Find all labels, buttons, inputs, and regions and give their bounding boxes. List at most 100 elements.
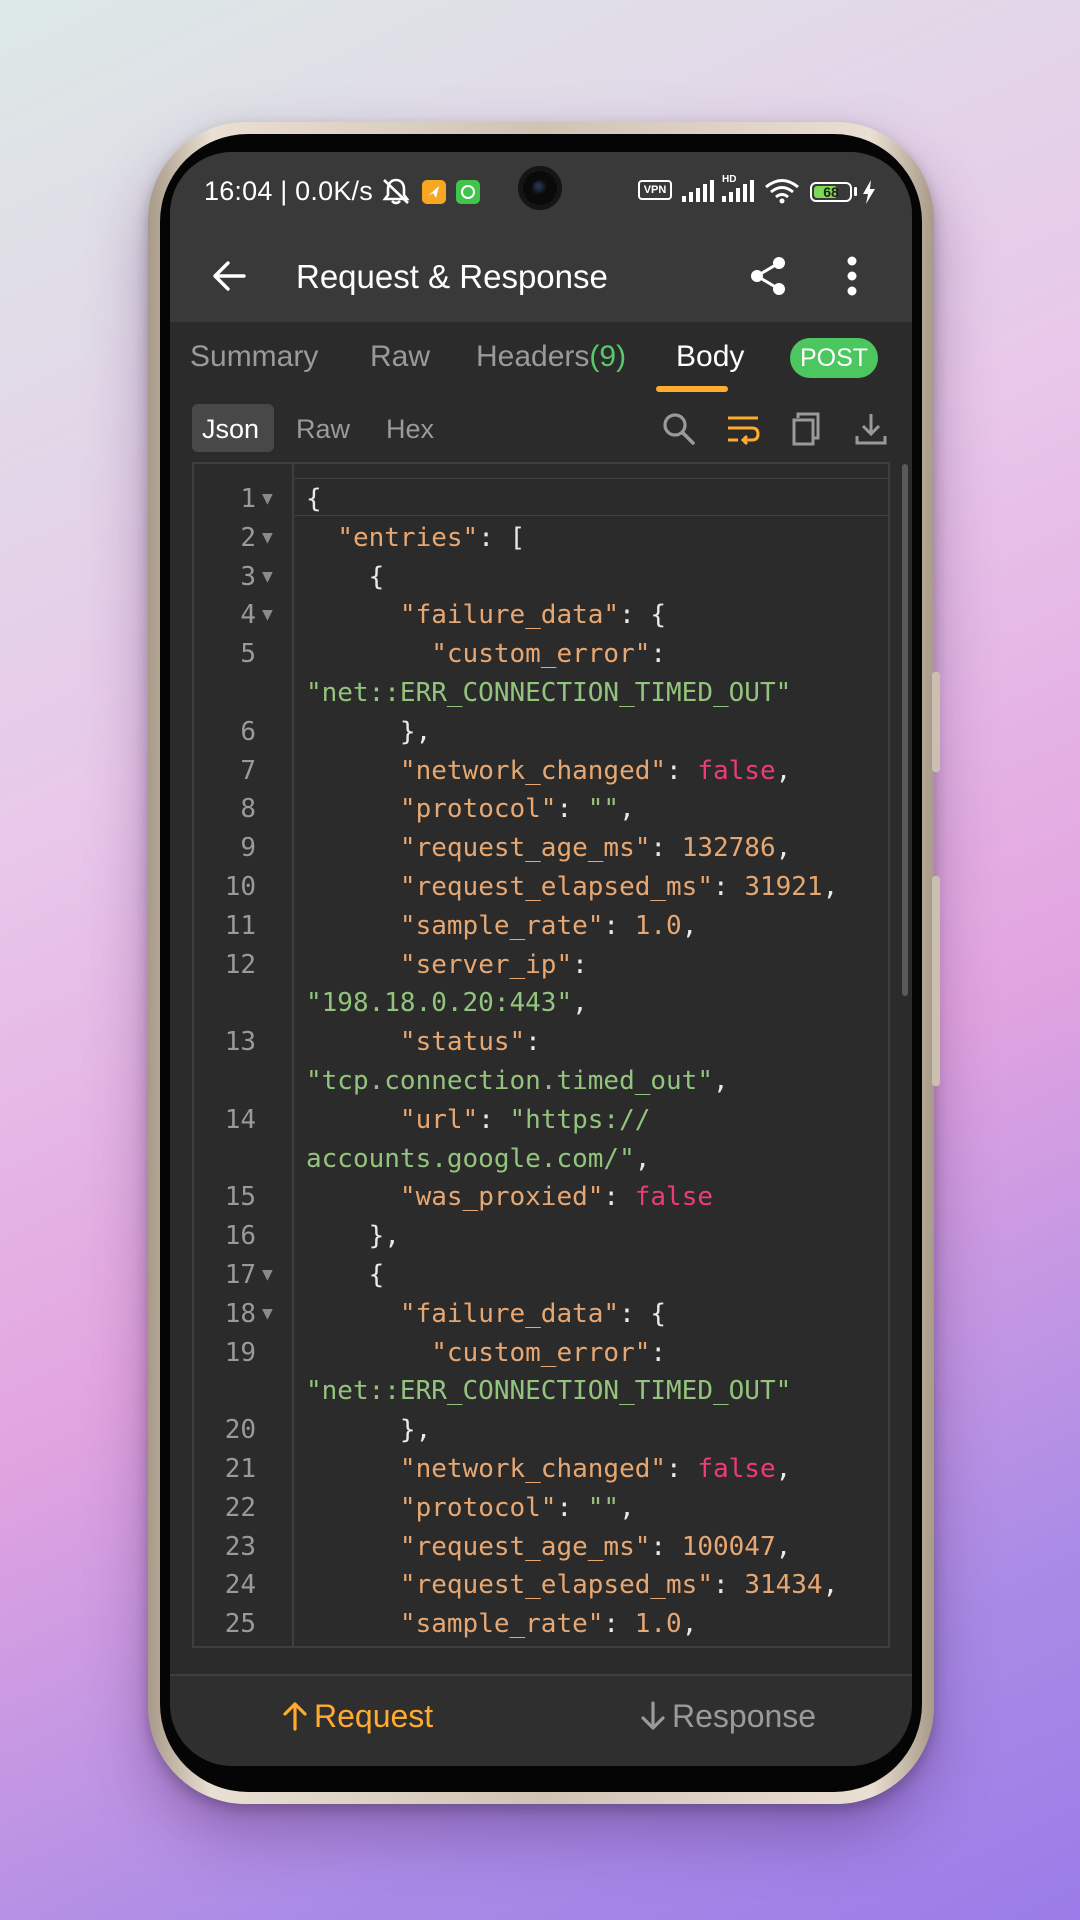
line-number: 11 [224, 910, 256, 941]
line-number: 25 [224, 1609, 256, 1640]
code-token: : [650, 1531, 682, 1562]
code-token: : [525, 1027, 541, 1058]
code-token: "failure_data" [399, 1298, 620, 1329]
tab-summary[interactable]: Summary [190, 340, 318, 374]
tab-raw[interactable]: Raw [370, 340, 430, 374]
code-token: "server_ip" [399, 949, 573, 980]
app-bar: Request & Response [170, 230, 912, 322]
line-number: 17 [224, 1259, 256, 1290]
code-token: : { [619, 1298, 667, 1329]
code-line: 21 "network_changed": false, [194, 1450, 888, 1489]
green-app-icon [456, 180, 480, 204]
request-button[interactable]: Request [282, 1698, 433, 1735]
code-content: "request_age_ms": 100047, [306, 1528, 791, 1567]
response-button[interactable]: Response [640, 1698, 816, 1735]
signal-icon [682, 180, 714, 202]
line-number: 12 [224, 949, 256, 980]
fold-arrow-icon[interactable]: ▼ [262, 558, 273, 597]
code-token: "request_elapsed_ms" [399, 1570, 713, 1601]
code-content: "failure_data": { [306, 596, 666, 635]
code-token: }, [306, 716, 432, 747]
phone-screen: 16:04 | 0.0K/s VPN HD 68 Request & Respo… [170, 152, 912, 1766]
vpn-icon: VPN [638, 180, 672, 200]
code-line: 12 "server_ip": [194, 946, 888, 985]
code-content: "custom_error": [306, 1334, 666, 1373]
code-token: "network_changed" [399, 755, 667, 786]
code-content: }, [306, 1217, 400, 1256]
format-raw[interactable]: Raw [296, 414, 350, 445]
code-token: , [822, 1570, 839, 1601]
code-token: 100047 [681, 1531, 776, 1562]
battery-level: 68 [823, 184, 839, 200]
code-line: 8 "protocol": "", [194, 790, 888, 829]
code-token: , [619, 794, 635, 825]
code-token: : [556, 794, 588, 825]
code-token: , [572, 988, 588, 1019]
code-token: "url" [399, 1104, 479, 1135]
code-line: 20 }, [194, 1411, 888, 1450]
code-content: "entries": [ [306, 519, 525, 558]
search-icon[interactable] [662, 412, 696, 446]
code-line: 15 "was_proxied": false [194, 1178, 888, 1217]
code-token: : { [619, 600, 667, 631]
code-line: 9 "request_age_ms": 132786, [194, 829, 888, 868]
code-token: "custom_error" [431, 639, 651, 670]
line-number: 14 [224, 1104, 256, 1135]
code-token: , [681, 1609, 698, 1640]
code-token: "was_proxied" [399, 1182, 604, 1213]
battery-icon: 68 [810, 182, 852, 202]
fold-arrow-icon[interactable]: ▼ [262, 480, 273, 519]
tab-body[interactable]: Body [676, 340, 744, 374]
notifications-muted-icon [382, 178, 410, 205]
code-line: "tcp.connection.timed_out", [194, 1062, 888, 1101]
code-line: "net::ERR_CONNECTION_TIMED_OUT" [194, 1372, 888, 1411]
code-token: : [666, 1453, 698, 1484]
fold-arrow-icon[interactable]: ▼ [262, 1256, 273, 1295]
code-token: : [572, 949, 588, 980]
code-token: : [713, 871, 745, 902]
code-token: accounts.google.com/" [306, 1143, 635, 1174]
code-token: "https:// [509, 1104, 651, 1135]
active-tab-indicator [656, 386, 728, 392]
more-vert-icon[interactable] [846, 256, 858, 296]
code-line: 16 }, [194, 1217, 888, 1256]
tab-headers[interactable]: Headers(9) [476, 340, 626, 374]
battery-cap [854, 187, 857, 196]
code-area[interactable]: 1 ▼{2 ▼ "entries": [3 ▼ {4 ▼ "failure_data":… [194, 480, 888, 1644]
code-token: { [306, 484, 322, 514]
code-token: : [666, 755, 698, 786]
fold-arrow-icon[interactable]: ▼ [262, 1295, 273, 1334]
format-json[interactable]: Json [202, 414, 259, 445]
code-content: "network_changed": false, [306, 752, 791, 791]
code-content: "protocol": "", [306, 790, 635, 829]
wrap-text-icon[interactable] [726, 412, 760, 446]
code-line: 4 ▼ "failure_data": { [194, 596, 888, 635]
code-token: , [713, 1065, 729, 1096]
code-content: }, [306, 713, 431, 752]
code-line: 10 "request_elapsed_ms": 31921, [194, 868, 888, 907]
code-token: 1.0 [634, 910, 682, 941]
code-token: "sample_rate" [399, 910, 604, 941]
scrollbar-thumb[interactable] [902, 464, 908, 996]
format-hex[interactable]: Hex [386, 414, 434, 445]
code-line: 17 ▼ { [194, 1256, 888, 1295]
fold-arrow-icon[interactable]: ▼ [262, 596, 273, 635]
wifi-icon [765, 179, 799, 204]
code-token: }, [306, 1221, 400, 1252]
code-token: , [775, 755, 792, 786]
back-arrow-icon[interactable] [212, 260, 246, 292]
code-line: 1 ▼ { [194, 480, 888, 519]
code-token: }, [306, 1415, 432, 1446]
fold-arrow-icon[interactable]: ▼ [262, 519, 273, 558]
download-icon[interactable] [854, 412, 888, 446]
code-token: "network_changed" [399, 1453, 667, 1484]
copy-icon[interactable] [792, 412, 822, 446]
json-viewer[interactable]: 1 ▼{2 ▼ "entries": [3 ▼ {4 ▼ "failure_data":… [192, 462, 890, 1648]
line-number: 20 [224, 1415, 256, 1446]
share-icon[interactable] [748, 256, 788, 296]
